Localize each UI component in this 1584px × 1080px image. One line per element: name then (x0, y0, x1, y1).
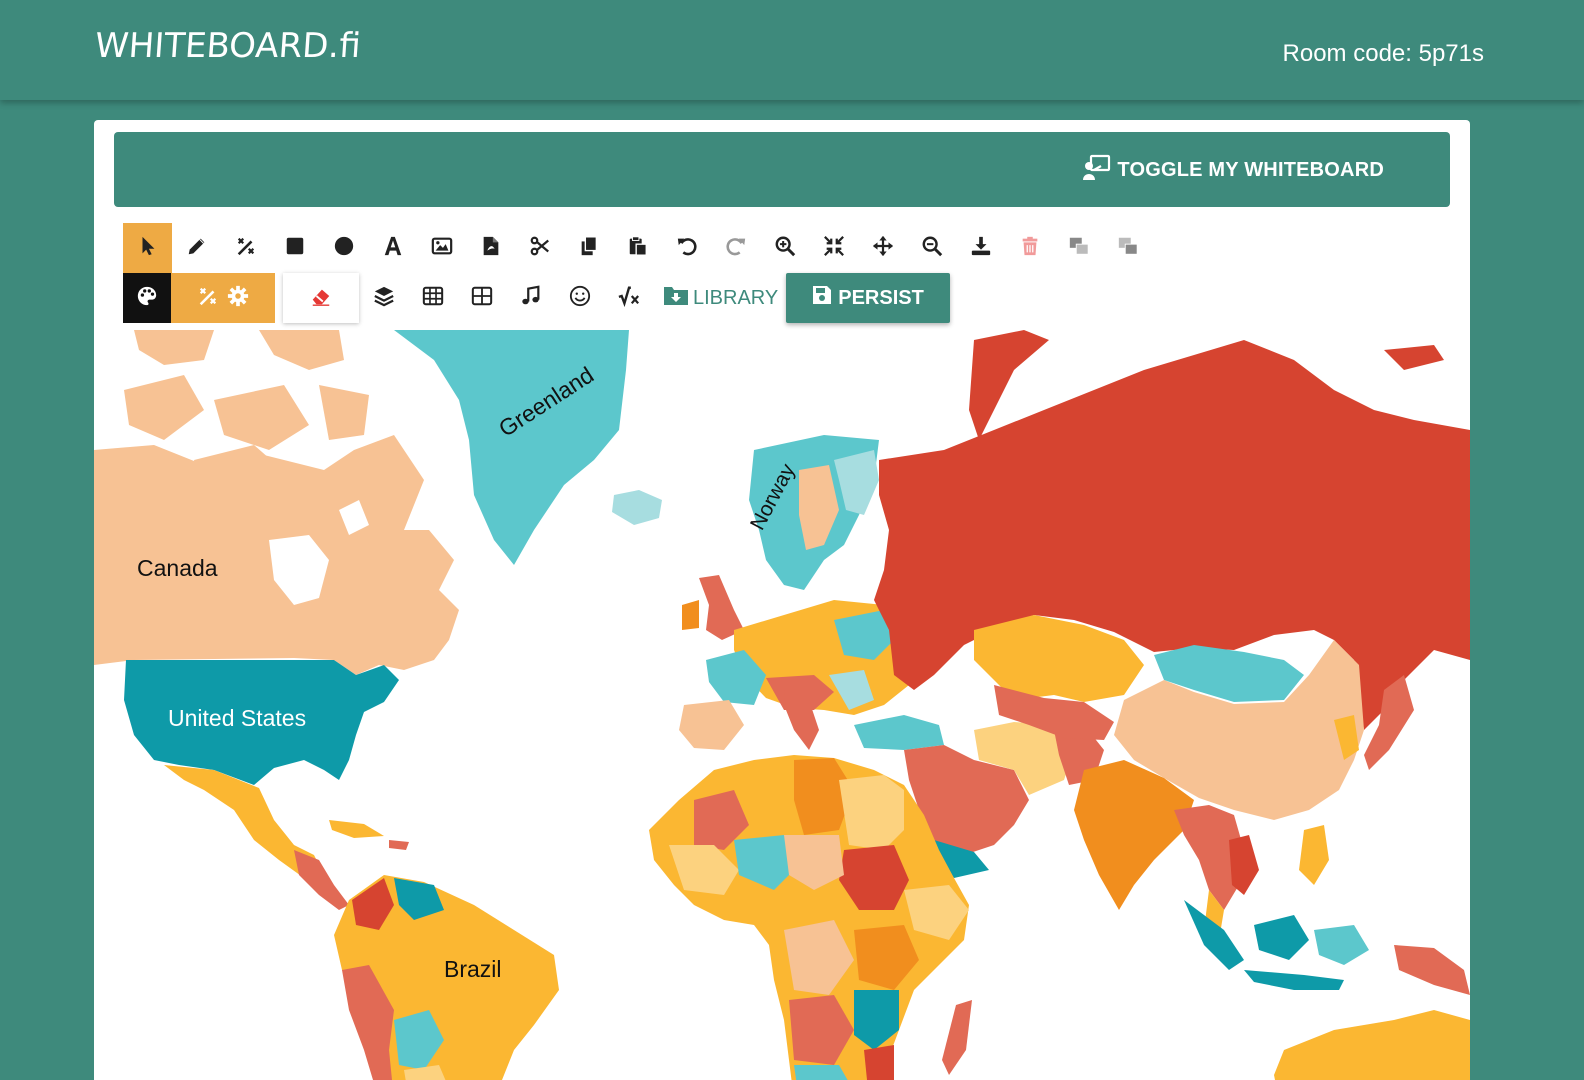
pdf-tool[interactable] (466, 223, 515, 273)
cut-tool[interactable] (515, 223, 564, 273)
paste-icon (627, 235, 649, 262)
teacher-board-icon (1083, 154, 1111, 186)
pencil-tool[interactable] (172, 223, 221, 273)
library-label: LIBRARY (693, 286, 779, 309)
persist-button[interactable]: PERSIST (786, 273, 950, 323)
move-icon (872, 235, 894, 262)
palette-icon (136, 285, 158, 312)
circle-icon (333, 235, 355, 262)
rectangle-icon (284, 235, 306, 262)
smiley-icon (569, 285, 591, 312)
text-tool[interactable] (368, 223, 417, 273)
music-icon (520, 285, 542, 312)
folder-download-icon (663, 284, 689, 312)
color-palette-button[interactable] (123, 273, 171, 323)
grid-icon (422, 285, 444, 312)
emoji-tool[interactable] (555, 273, 604, 323)
gear-icon (227, 285, 249, 312)
select-tool[interactable] (123, 223, 172, 273)
table-icon (471, 285, 493, 312)
download-icon (970, 235, 992, 262)
drawing-toolbar (123, 223, 1152, 273)
toggle-whiteboard-button[interactable]: TOGGLE MY WHITEBOARD (1083, 154, 1384, 186)
magic-pen-tool[interactable] (221, 223, 270, 273)
zoom-in-icon (774, 235, 796, 262)
scissors-icon (529, 235, 551, 262)
copy-tool[interactable] (564, 223, 613, 273)
persist-label: PERSIST (838, 286, 924, 309)
rectangle-tool[interactable] (270, 223, 319, 273)
redo-tool[interactable] (711, 223, 760, 273)
undo-tool[interactable] (662, 223, 711, 273)
eraser-button[interactable] (283, 273, 359, 323)
save-icon (812, 285, 832, 311)
music-tool[interactable] (506, 273, 555, 323)
send-back-tool[interactable] (1054, 223, 1103, 273)
pdf-icon (480, 235, 502, 262)
circle-tool[interactable] (319, 223, 368, 273)
top-bar: WHITEBOARD.fi Room code: 5p71s (0, 0, 1584, 100)
eraser-icon (310, 285, 332, 312)
whiteboard-logo[interactable]: WHITEBOARD.fi (94, 26, 362, 66)
library-button[interactable]: LIBRARY (653, 273, 786, 323)
math-tool[interactable] (604, 273, 653, 323)
map-label-canada: Canada (137, 555, 218, 581)
bring-front-tool[interactable] (1103, 223, 1152, 273)
text-icon (382, 235, 404, 262)
secondary-toolbar: LIBRARY PERSIST (123, 273, 950, 323)
redo-icon (725, 235, 747, 262)
send-back-icon (1068, 235, 1090, 262)
map-label-united-states: United States (168, 705, 307, 731)
pen-settings-button[interactable] (171, 273, 275, 323)
room-code: Room code: 5p71s (1282, 40, 1484, 67)
magic-pen-icon (235, 235, 257, 262)
image-icon (431, 235, 453, 262)
zoom-in-tool[interactable] (760, 223, 809, 273)
zoom-out-icon (921, 235, 943, 262)
paste-tool[interactable] (613, 223, 662, 273)
table-tool[interactable] (457, 273, 506, 323)
zoom-out-tool[interactable] (907, 223, 956, 273)
board-header: TOGGLE MY WHITEBOARD (114, 132, 1450, 207)
select-icon (137, 235, 159, 262)
move-tool[interactable] (858, 223, 907, 273)
world-map-image[interactable]: Canada United States Greenland Norway Br… (94, 330, 1470, 1080)
magic-pen-icon (197, 285, 219, 312)
trash-icon (1019, 235, 1041, 262)
compress-tool[interactable] (809, 223, 858, 273)
layers-icon (373, 285, 395, 312)
layers-tool[interactable] (359, 273, 408, 323)
whiteboard-card: TOGGLE MY WHITEBOARD LIBRARY PERSIST Can… (94, 120, 1470, 1080)
toggle-whiteboard-label: TOGGLE MY WHITEBOARD (1117, 158, 1384, 181)
map-label-brazil: Brazil (444, 956, 502, 982)
compress-icon (823, 235, 845, 262)
download-tool[interactable] (956, 223, 1005, 273)
square-root-icon (618, 285, 640, 312)
grid-tool[interactable] (408, 273, 457, 323)
image-tool[interactable] (417, 223, 466, 273)
bring-front-icon (1117, 235, 1139, 262)
pencil-icon (186, 235, 208, 262)
undo-icon (676, 235, 698, 262)
delete-tool[interactable] (1005, 223, 1054, 273)
copy-icon (578, 235, 600, 262)
